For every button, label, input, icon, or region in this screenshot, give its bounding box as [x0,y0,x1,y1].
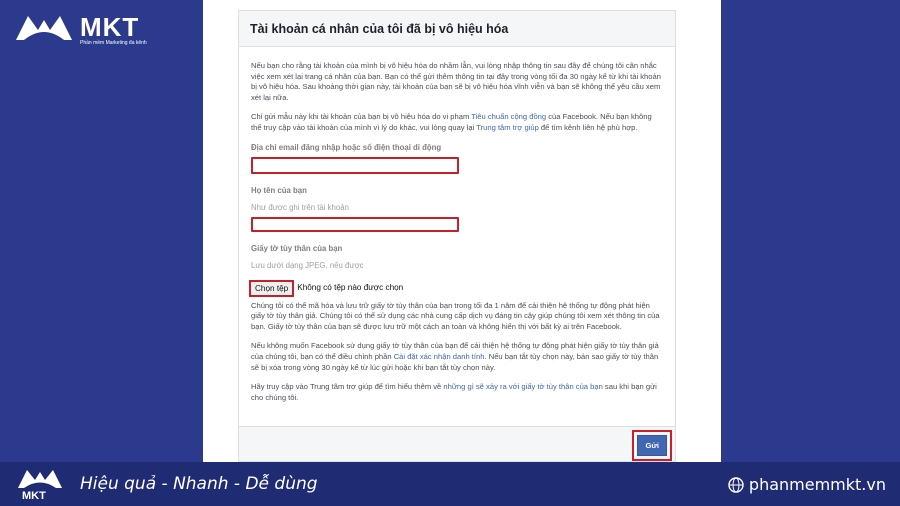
footer-logo: MKT [16,466,64,506]
email-label: Địa chỉ email đăng nhập hoặc số điện tho… [251,142,442,152]
file-picker: Chọn tệp Không có tệp nào được chọn [249,279,663,297]
mkt-logo: MKT Phần mềm Marketing đa kênh [14,10,147,46]
intro-paragraph: Nếu bạn cho rằng tài khoản của mình bị v… [251,61,661,102]
mkt-logo-icon: MKT [18,470,62,502]
id-label: Giấy tờ tùy thân của bạn [251,244,343,254]
slogan: Hiệu quả - Nhanh - Dễ dùng [80,474,318,494]
name-hint: Như được ghi trên tài khoản [251,202,349,212]
brand-footer: MKT Hiệu quả - Nhanh - Dễ dùng phanmemmk… [0,462,900,506]
screenshot-area: Tài khoản cá nhân của tôi đã bị vô hiệu … [203,0,721,462]
form-header: Tài khoản cá nhân của tôi đã bị vô hiệu … [239,11,675,47]
submit-highlight: Gửi [632,430,672,461]
help-paragraph: Hãy truy cập vào Trung tâm trợ giúp để t… [251,382,663,403]
note-text: Chỉ gửi mẫu này khi tài khoản của bạn bị… [251,112,472,122]
name-label: Họ tên của bạn [251,186,307,196]
help-text: Hãy truy cập vào Trung tâm trợ giúp để t… [251,382,444,392]
id-hint: Lưu dưới dạng JPEG, nếu được [251,260,364,270]
file-status: Không có tệp nào được chọn [297,282,404,292]
id-info-link[interactable]: những gì sẽ xảy ra với giấy tờ tùy thân … [443,382,602,391]
svg-text:MKT: MKT [22,490,46,502]
settings-paragraph: Nếu không muốn Facebook sử dụng giấy tờ … [251,341,663,373]
logo-text: MKT [80,12,140,42]
name-field[interactable] [251,217,459,233]
form-footer: Gửi [239,426,675,461]
id-confirmation-settings-link[interactable]: Cài đặt xác nhận danh tính [394,352,485,361]
note-text: để tìm kênh liên hệ phù hợp. [538,122,638,132]
website[interactable]: phanmemmkt.vn [728,475,886,494]
community-standards-link[interactable]: Tiêu chuẩn cộng đồng [471,112,546,121]
choose-file-button[interactable]: Chọn tệp [249,279,295,297]
help-center-link[interactable]: Trung tâm trợ giúp [476,123,539,132]
form-title: Tài khoản cá nhân của tôi đã bị vô hiệu … [250,22,509,36]
mkt-logo-icon [16,16,72,40]
email-field[interactable] [251,157,459,175]
note-paragraph: Chỉ gửi mẫu này khi tài khoản của bạn bị… [251,112,663,133]
globe-icon [728,476,744,493]
logo-tagline: Phần mềm Marketing đa kênh [80,40,147,46]
submit-button[interactable]: Gửi [637,435,667,456]
disabled-account-form: Tài khoản cá nhân của tôi đã bị vô hiệu … [238,10,676,462]
form-body: Nếu bạn cho rằng tài khoản của mình bị v… [239,47,675,403]
storage-paragraph: Chúng tôi có thể mã hóa và lưu trữ giấy … [251,300,660,331]
website-url: phanmemmkt.vn [748,475,886,494]
